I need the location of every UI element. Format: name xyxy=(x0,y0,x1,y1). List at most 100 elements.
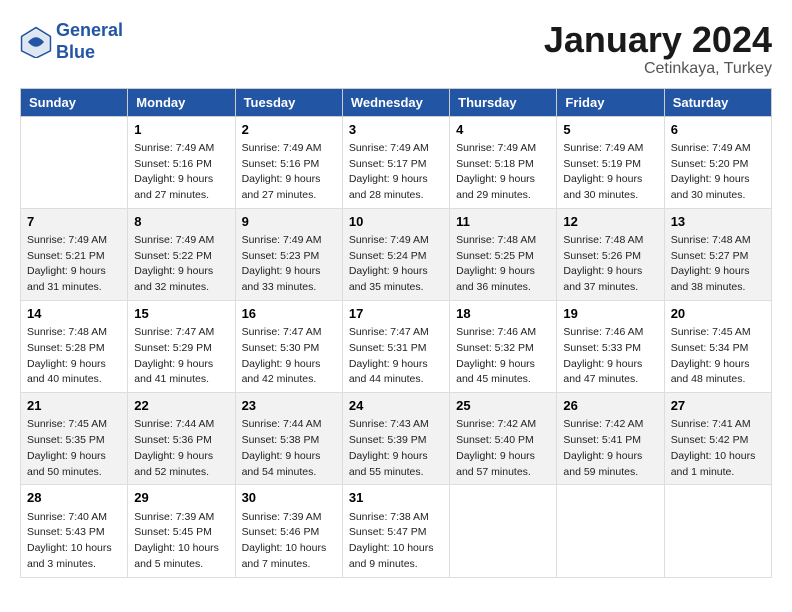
day-number: 25 xyxy=(456,397,550,415)
sunset-text: Sunset: 5:35 PM xyxy=(27,433,121,449)
sunrise-text: Sunrise: 7:49 AM xyxy=(563,141,657,157)
day-number: 15 xyxy=(134,305,228,323)
col-wednesday: Wednesday xyxy=(342,88,449,116)
day-number: 11 xyxy=(456,213,550,231)
daylight-text: Daylight: 10 hours and 3 minutes. xyxy=(27,541,121,573)
sunrise-text: Sunrise: 7:44 AM xyxy=(242,417,336,433)
day-number: 31 xyxy=(349,489,443,507)
sunset-text: Sunset: 5:31 PM xyxy=(349,341,443,357)
daylight-text: Daylight: 9 hours and 28 minutes. xyxy=(349,172,443,204)
month-title: January 2024 xyxy=(544,20,772,60)
header-row: Sunday Monday Tuesday Wednesday Thursday… xyxy=(21,88,772,116)
daylight-text: Daylight: 9 hours and 27 minutes. xyxy=(242,172,336,204)
day-number: 18 xyxy=(456,305,550,323)
cell-info: Sunrise: 7:49 AMSunset: 5:19 PMDaylight:… xyxy=(563,141,657,204)
sunrise-text: Sunrise: 7:38 AM xyxy=(349,510,443,526)
week-row-2: 7Sunrise: 7:49 AMSunset: 5:21 PMDaylight… xyxy=(21,208,772,300)
calendar-cell: 17Sunrise: 7:47 AMSunset: 5:31 PMDayligh… xyxy=(342,300,449,392)
day-number: 28 xyxy=(27,489,121,507)
day-number: 26 xyxy=(563,397,657,415)
sunrise-text: Sunrise: 7:48 AM xyxy=(563,233,657,249)
sunset-text: Sunset: 5:29 PM xyxy=(134,341,228,357)
sunrise-text: Sunrise: 7:49 AM xyxy=(134,141,228,157)
daylight-text: Daylight: 9 hours and 57 minutes. xyxy=(456,449,550,481)
sunrise-text: Sunrise: 7:49 AM xyxy=(242,233,336,249)
sunrise-text: Sunrise: 7:45 AM xyxy=(27,417,121,433)
col-tuesday: Tuesday xyxy=(235,88,342,116)
daylight-text: Daylight: 9 hours and 52 minutes. xyxy=(134,449,228,481)
cell-info: Sunrise: 7:46 AMSunset: 5:32 PMDaylight:… xyxy=(456,325,550,388)
cell-info: Sunrise: 7:49 AMSunset: 5:21 PMDaylight:… xyxy=(27,233,121,296)
daylight-text: Daylight: 9 hours and 59 minutes. xyxy=(563,449,657,481)
calendar-cell: 23Sunrise: 7:44 AMSunset: 5:38 PMDayligh… xyxy=(235,393,342,485)
day-number: 30 xyxy=(242,489,336,507)
day-number: 6 xyxy=(671,121,765,139)
daylight-text: Daylight: 9 hours and 47 minutes. xyxy=(563,357,657,389)
calendar-cell: 11 Sunrise: 7:48 AMSunset: 5:25 PMDayligh… xyxy=(450,208,557,300)
sunset-text: Sunset: 5:27 PM xyxy=(671,249,765,265)
cell-info: Sunrise: 7:48 AMSunset: 5:25 PMDaylight:… xyxy=(456,233,550,296)
calendar-cell: 26Sunrise: 7:42 AMSunset: 5:41 PMDayligh… xyxy=(557,393,664,485)
sunset-text: Sunset: 5:32 PM xyxy=(456,341,550,357)
daylight-text: Daylight: 9 hours and 30 minutes. xyxy=(563,172,657,204)
calendar-cell: 16Sunrise: 7:47 AMSunset: 5:30 PMDayligh… xyxy=(235,300,342,392)
day-number: 27 xyxy=(671,397,765,415)
sunset-text: Sunset: 5:25 PM xyxy=(456,249,550,265)
sunrise-text: Sunrise: 7:39 AM xyxy=(134,510,228,526)
day-number: 9 xyxy=(242,213,336,231)
calendar-cell xyxy=(557,485,664,577)
sunset-text: Sunset: 5:19 PM xyxy=(563,157,657,173)
daylight-text: Daylight: 10 hours and 7 minutes. xyxy=(242,541,336,573)
calendar-cell: 15 Sunrise: 7:47 AMSunset: 5:29 PMDayligh… xyxy=(128,300,235,392)
sunset-text: Sunset: 5:39 PM xyxy=(349,433,443,449)
sunrise-text: Sunrise: 7:47 AM xyxy=(349,325,443,341)
daylight-text: Daylight: 9 hours and 35 minutes. xyxy=(349,264,443,296)
cell-info: Sunrise: 7:42 AMSunset: 5:40 PMDaylight:… xyxy=(456,417,550,480)
day-number: 8 xyxy=(134,213,228,231)
day-number: 24 xyxy=(349,397,443,415)
sunrise-text: Sunrise: 7:44 AM xyxy=(134,417,228,433)
daylight-text: Daylight: 10 hours and 1 minute. xyxy=(671,449,765,481)
day-number: 21 xyxy=(27,397,121,415)
day-number: 13 xyxy=(671,213,765,231)
cell-info: Sunrise: 7:40 AMSunset: 5:43 PMDaylight:… xyxy=(27,510,121,573)
cell-info: Sunrise: 7:49 AMSunset: 5:16 PMDaylight:… xyxy=(242,141,336,204)
daylight-text: Daylight: 9 hours and 38 minutes. xyxy=(671,264,765,296)
calendar-cell: 6Sunrise: 7:49 AMSunset: 5:20 PMDaylight… xyxy=(664,116,771,208)
col-saturday: Saturday xyxy=(664,88,771,116)
sunrise-text: Sunrise: 7:49 AM xyxy=(349,141,443,157)
sunset-text: Sunset: 5:45 PM xyxy=(134,525,228,541)
sunrise-text: Sunrise: 7:46 AM xyxy=(563,325,657,341)
sunset-text: Sunset: 5:43 PM xyxy=(27,525,121,541)
daylight-text: Daylight: 9 hours and 54 minutes. xyxy=(242,449,336,481)
sunset-text: Sunset: 5:18 PM xyxy=(456,157,550,173)
sunset-text: Sunset: 5:16 PM xyxy=(134,157,228,173)
sunrise-text: Sunrise: 7:49 AM xyxy=(349,233,443,249)
logo-text: General Blue xyxy=(56,20,123,63)
calendar-cell: 14Sunrise: 7:48 AMSunset: 5:28 PMDayligh… xyxy=(21,300,128,392)
daylight-text: Daylight: 9 hours and 55 minutes. xyxy=(349,449,443,481)
sunrise-text: Sunrise: 7:49 AM xyxy=(671,141,765,157)
day-number: 19 xyxy=(563,305,657,323)
cell-info: Sunrise: 7:45 AMSunset: 5:35 PMDaylight:… xyxy=(27,417,121,480)
sunrise-text: Sunrise: 7:48 AM xyxy=(27,325,121,341)
daylight-text: Daylight: 9 hours and 48 minutes. xyxy=(671,357,765,389)
cell-info: Sunrise: 7:47 AMSunset: 5:29 PMDaylight:… xyxy=(134,325,228,388)
sunrise-text: Sunrise: 7:48 AM xyxy=(671,233,765,249)
day-number: 12 xyxy=(563,213,657,231)
sunset-text: Sunset: 5:23 PM xyxy=(242,249,336,265)
sunset-text: Sunset: 5:20 PM xyxy=(671,157,765,173)
col-sunday: Sunday xyxy=(21,88,128,116)
cell-info: Sunrise: 7:49 AMSunset: 5:18 PMDaylight:… xyxy=(456,141,550,204)
cell-info: Sunrise: 7:47 AMSunset: 5:30 PMDaylight:… xyxy=(242,325,336,388)
daylight-text: Daylight: 9 hours and 32 minutes. xyxy=(134,264,228,296)
calendar-cell xyxy=(450,485,557,577)
calendar-cell: 12Sunrise: 7:48 AMSunset: 5:26 PMDayligh… xyxy=(557,208,664,300)
sunset-text: Sunset: 5:22 PM xyxy=(134,249,228,265)
sunset-text: Sunset: 5:40 PM xyxy=(456,433,550,449)
calendar-cell: 29Sunrise: 7:39 AMSunset: 5:45 PMDayligh… xyxy=(128,485,235,577)
calendar-cell: 20Sunrise: 7:45 AMSunset: 5:34 PMDayligh… xyxy=(664,300,771,392)
sunset-text: Sunset: 5:33 PM xyxy=(563,341,657,357)
sunrise-text: Sunrise: 7:49 AM xyxy=(456,141,550,157)
cell-info: Sunrise: 7:38 AMSunset: 5:47 PMDaylight:… xyxy=(349,510,443,573)
